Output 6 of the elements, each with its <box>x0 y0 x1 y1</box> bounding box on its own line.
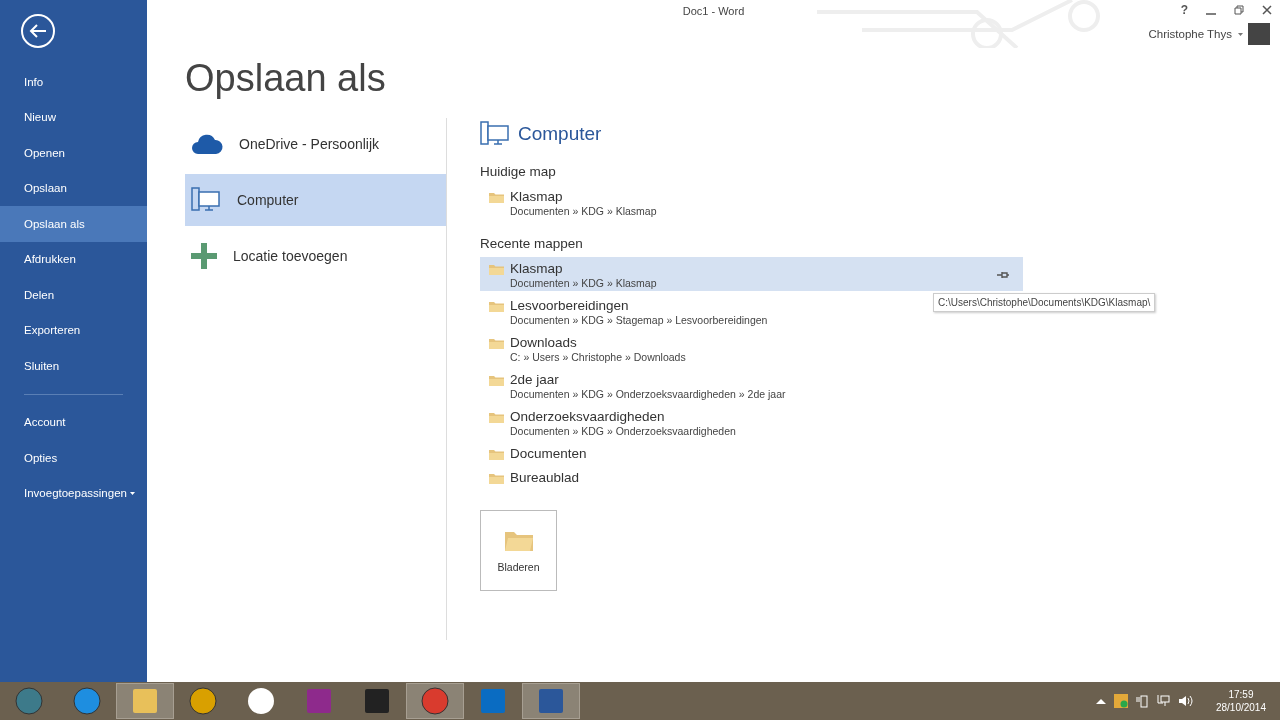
panel-heading: Computer <box>518 123 602 145</box>
page-title: Opslaan als <box>185 56 387 101</box>
window-title: Doc1 - Word <box>682 5 745 17</box>
section-title: Huidige map <box>480 164 557 179</box>
path-tooltip: C:\Users\Christophe\Documents\KDG\Klasmap\ <box>933 293 1156 312</box>
section-title: Recente mappen <box>480 236 584 251</box>
